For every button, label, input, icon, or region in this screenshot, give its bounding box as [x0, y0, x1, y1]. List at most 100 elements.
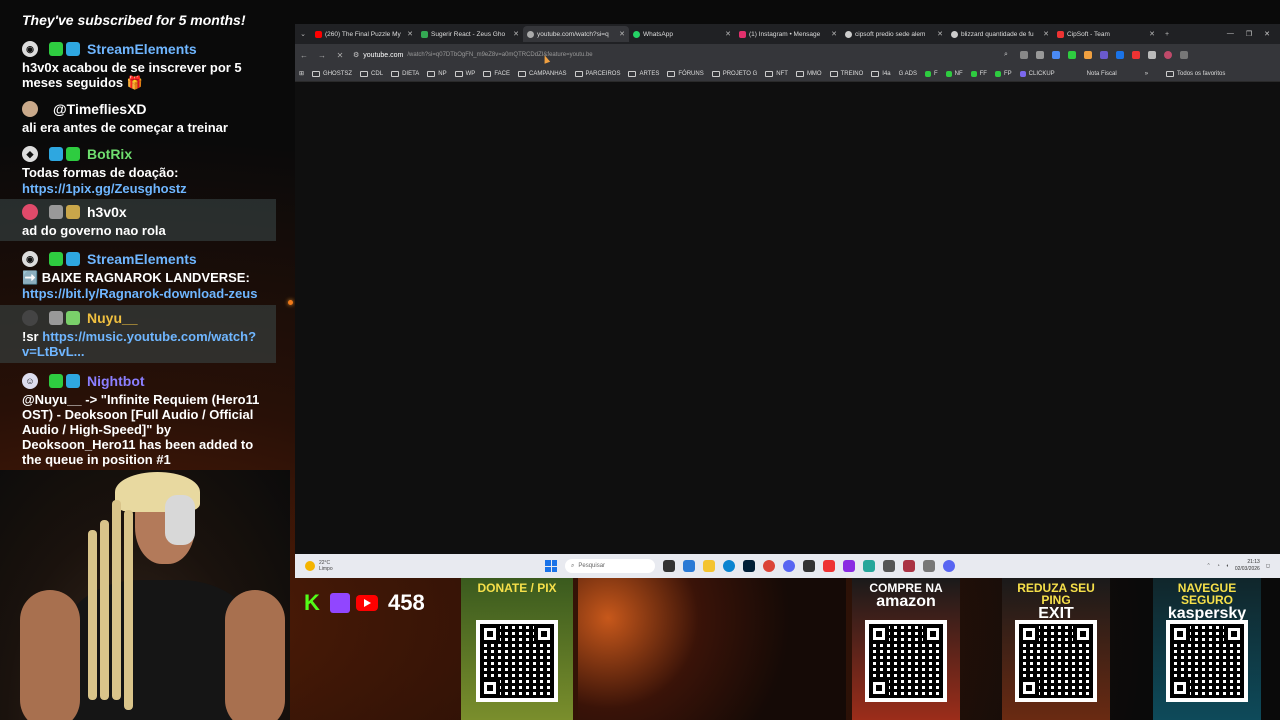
url-input[interactable]: ⚙ youtube.com/watch?si=q07DTbOgFN_m9eZ8v…	[349, 48, 1004, 62]
close-icon[interactable]: ✕	[725, 30, 731, 38]
folder-icon	[765, 70, 774, 77]
extension-icon[interactable]	[1067, 51, 1076, 59]
zoom-icon[interactable]: ⌕	[1004, 51, 1008, 59]
chat-username[interactable]: Nightbot	[87, 373, 145, 389]
bookmark-folder[interactable]: I4a	[871, 70, 891, 77]
bookmark-folder[interactable]: CAMPANHAS	[517, 70, 567, 77]
notification-bell-icon[interactable]: ◻	[1266, 563, 1270, 569]
back-icon[interactable]: ←	[295, 51, 313, 60]
browser-tab[interactable]: WhatsApp ✕	[629, 26, 735, 42]
bookmark-folder[interactable]: MMO	[795, 70, 822, 77]
network-icon[interactable]: ◔	[1217, 563, 1220, 569]
minimize-icon[interactable]: —	[1227, 30, 1234, 38]
bookmark-folder[interactable]: WP	[454, 70, 475, 77]
share-icon[interactable]	[1019, 51, 1028, 59]
close-window-icon[interactable]: ✕	[1264, 30, 1270, 38]
browser-tab[interactable]: CipSoft - Team ✕	[1053, 26, 1159, 42]
page-viewport[interactable]	[295, 82, 1280, 552]
chat-username[interactable]: StreamElements	[87, 251, 197, 267]
chrome-icon[interactable]	[763, 560, 775, 572]
browser-menu-icon[interactable]	[1179, 51, 1188, 59]
chevron-right-icon[interactable]: »	[1145, 71, 1148, 77]
chat-link[interactable]: https://music.youtube.com/watch?v=LtBvL.…	[22, 329, 256, 359]
extension-icon[interactable]	[1115, 51, 1124, 59]
app-icon[interactable]	[863, 560, 875, 572]
windows-start-icon[interactable]	[545, 560, 557, 572]
bookmark-item[interactable]: FF	[970, 70, 987, 77]
task-view-icon[interactable]	[663, 560, 675, 572]
app-icon[interactable]	[803, 560, 815, 572]
extension-icon[interactable]	[1083, 51, 1092, 59]
bookmark-folder[interactable]: GHOSTSZ	[312, 70, 352, 77]
new-tab-button[interactable]: +	[1159, 31, 1175, 38]
chat-link[interactable]: https://bit.ly/Ragnarok-download-zeus	[22, 286, 276, 301]
chat-username[interactable]: Nuyu__	[87, 310, 138, 326]
kaspersky-panel: NAVEGUE SEGURO kaspersky	[1153, 578, 1261, 720]
close-icon[interactable]: ✕	[831, 30, 837, 38]
taskbar-search[interactable]: ⌕ Pesquisar	[565, 559, 655, 573]
obs-icon[interactable]	[783, 560, 795, 572]
app-icon[interactable]	[903, 560, 915, 572]
bookmark-folder[interactable]: PARCEIROS	[574, 70, 620, 77]
app-icon[interactable]	[883, 560, 895, 572]
discord-icon[interactable]	[943, 560, 955, 572]
bookmark-item[interactable]: FP	[994, 70, 1012, 77]
restore-icon[interactable]: ❐	[1246, 30, 1252, 38]
browser-tab[interactable]: blizzard quantidade de fu ✕	[947, 26, 1053, 42]
profile-avatar[interactable]	[1163, 51, 1172, 59]
browser-tab[interactable]: (1) Instagram • Mensage ✕	[735, 26, 841, 42]
close-icon[interactable]: ✕	[619, 30, 625, 38]
close-icon[interactable]: ✕	[937, 30, 943, 38]
volume-icon[interactable]: ◖	[1226, 563, 1229, 569]
app-icon[interactable]	[683, 560, 695, 572]
bookmark-item[interactable]: G ADS	[899, 71, 917, 77]
browser-tab[interactable]: (260) The Final Puzzle My ✕	[311, 26, 417, 42]
close-icon[interactable]: ✕	[1043, 30, 1049, 38]
bookmark-folder[interactable]: FACE	[483, 70, 510, 77]
browser-tab[interactable]: cipsoft predio sede alem ✕	[841, 26, 947, 42]
bookmark-folder[interactable]: DIETA	[391, 70, 419, 77]
tab-title: cipsoft predio sede alem	[855, 30, 926, 38]
site-info-icon[interactable]: ⚙	[353, 51, 359, 59]
bookmark-folder[interactable]: ARTES	[628, 70, 659, 77]
bookmark-folder[interactable]: NP	[427, 70, 447, 77]
extensions-menu-icon[interactable]	[1147, 51, 1156, 59]
forward-icon[interactable]: →	[313, 51, 331, 60]
browser-tab-active[interactable]: youtube.com/watch?si=q ✕	[523, 26, 629, 42]
stop-icon[interactable]: ✕	[331, 51, 349, 60]
bookmark-star-icon[interactable]	[1035, 51, 1044, 59]
weather-widget[interactable]: 22°C Limpo	[295, 560, 545, 572]
extension-icon[interactable]	[1051, 51, 1060, 59]
extension-icon[interactable]	[1131, 51, 1140, 59]
bookmark-folder[interactable]: FÓRUNS	[667, 70, 704, 77]
bookmark-item[interactable]: NF	[945, 70, 963, 77]
app-icon[interactable]	[923, 560, 935, 572]
chat-link[interactable]: https://1pix.gg/Zeusghostz	[22, 181, 276, 196]
bookmark-folder[interactable]: CDL	[360, 70, 383, 77]
edge-icon[interactable]	[723, 560, 735, 572]
tab-search-icon[interactable]: ⌄	[295, 30, 311, 38]
photoshop-icon[interactable]	[743, 560, 755, 572]
extension-icon[interactable]	[1099, 51, 1108, 59]
chat-username[interactable]: BotRix	[87, 146, 132, 162]
bookmark-item[interactable]: CLICKUP	[1019, 70, 1055, 77]
taskbar-clock[interactable]: 21:13 02/03/2026	[1235, 559, 1260, 573]
apps-grid-icon[interactable]: ⊞	[299, 70, 304, 77]
file-explorer-icon[interactable]	[703, 560, 715, 572]
close-icon[interactable]: ✕	[1149, 30, 1155, 38]
bookmark-folder[interactable]: NFT	[765, 70, 788, 77]
chat-username[interactable]: StreamElements	[87, 41, 197, 57]
app-icon[interactable]	[843, 560, 855, 572]
chat-username[interactable]: @TimefliesXD	[53, 101, 147, 117]
browser-tab[interactable]: Sugerir React - Zeus Gho ✕	[417, 26, 523, 42]
all-bookmarks[interactable]: Todos os favoritos	[1166, 70, 1225, 77]
chevron-up-icon[interactable]: ⌃	[1207, 563, 1211, 569]
close-icon[interactable]: ✕	[513, 30, 519, 38]
chat-username[interactable]: h3v0x	[87, 204, 127, 220]
app-icon[interactable]	[823, 560, 835, 572]
bookmark-item[interactable]: F	[924, 70, 938, 77]
close-icon[interactable]: ✕	[407, 30, 413, 38]
bookmark-item[interactable]: Nota Fiscal	[1087, 71, 1117, 77]
bookmark-folder[interactable]: TREINO	[829, 70, 863, 77]
bookmark-folder[interactable]: PROJETO G	[711, 70, 757, 77]
